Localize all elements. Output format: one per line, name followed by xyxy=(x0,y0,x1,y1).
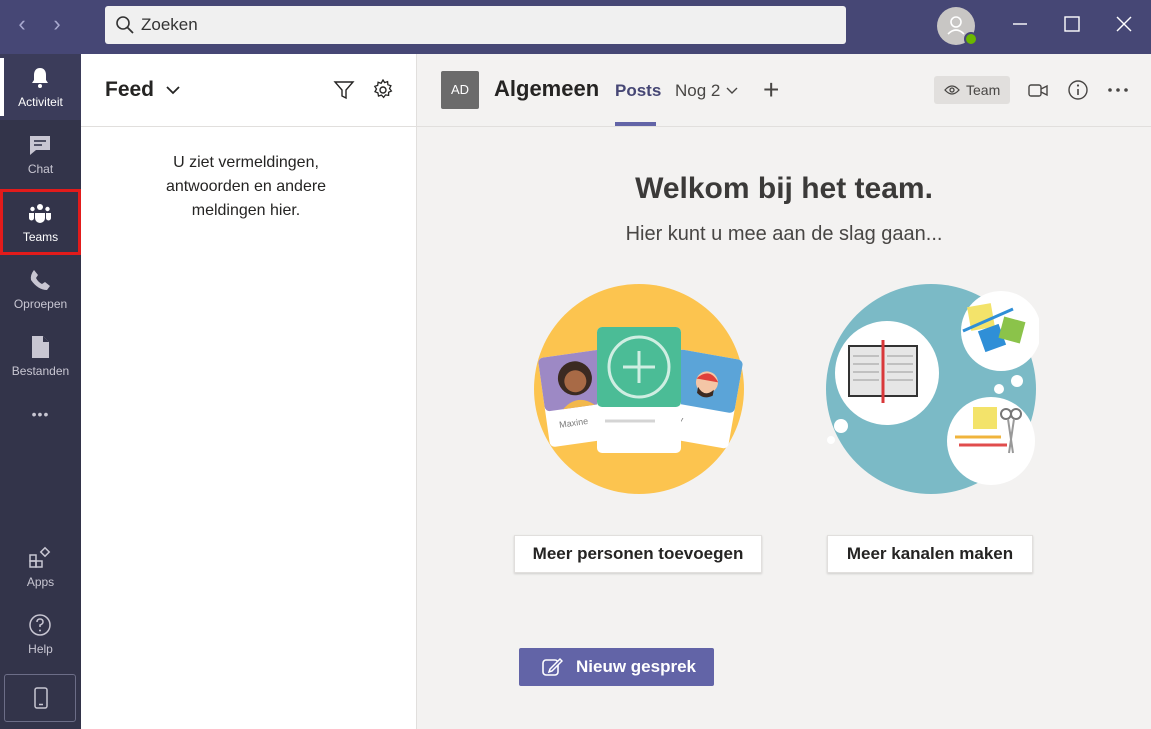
add-channels-button[interactable]: Meer kanalen maken xyxy=(827,535,1033,573)
close-icon[interactable] xyxy=(1112,12,1136,36)
team-button-label: Team xyxy=(966,82,1001,98)
maximize-icon[interactable] xyxy=(1060,12,1084,36)
feed-panel: Feed U ziet vermeldingen, antwoorden en … xyxy=(81,54,417,729)
add-tab-button[interactable]: + xyxy=(763,74,779,106)
rail-label: Help xyxy=(28,642,53,656)
rail-label: Chat xyxy=(27,162,54,176)
help-icon xyxy=(29,614,51,636)
search-icon xyxy=(116,16,134,34)
rail-item-chat[interactable]: Chat xyxy=(0,121,81,187)
active-tab-indicator xyxy=(615,122,656,126)
rail-more-button[interactable]: ••• xyxy=(0,394,81,434)
channel-title: Algemeen xyxy=(494,76,600,101)
feed-header: Feed xyxy=(81,54,416,127)
more-icon: ••• xyxy=(31,406,50,422)
rail-label: Apps xyxy=(26,575,55,589)
channel-header: AD Algemeen Posts Nog 2 + Team xyxy=(417,54,1151,127)
compose-icon xyxy=(542,657,563,676)
team-button[interactable]: Team xyxy=(934,76,1010,104)
chevron-down-icon[interactable] xyxy=(725,84,739,98)
filter-icon[interactable] xyxy=(333,79,355,101)
feed-title[interactable]: Feed xyxy=(105,78,154,102)
chevron-down-icon[interactable] xyxy=(165,82,181,98)
teams-icon xyxy=(29,204,51,223)
more-options-icon[interactable] xyxy=(1107,79,1129,101)
file-icon xyxy=(32,336,49,358)
forward-button[interactable]: › xyxy=(45,12,69,36)
rail-item-calls[interactable]: Oproepen xyxy=(0,256,81,322)
gear-icon[interactable] xyxy=(372,79,394,101)
mobile-app-button[interactable] xyxy=(4,674,76,722)
welcome-title: Welkom bij het team. xyxy=(635,172,933,205)
team-avatar: AD xyxy=(441,71,479,109)
rail-item-apps[interactable]: Apps xyxy=(0,534,81,600)
new-conversation-label: Nieuw gesprek xyxy=(576,657,696,676)
mobile-phone-icon xyxy=(34,687,48,709)
app-rail: Activiteit Chat Teams Oproepen Bestanden… xyxy=(0,54,81,729)
add-channels-illustration xyxy=(826,284,1039,494)
bell-icon xyxy=(32,68,48,88)
rail-label: Bestanden xyxy=(11,364,70,378)
minimize-icon[interactable] xyxy=(1008,12,1032,36)
apps-icon xyxy=(29,546,51,568)
profile-avatar[interactable] xyxy=(937,7,978,46)
tab-posts[interactable]: Posts xyxy=(615,81,661,101)
status-available-icon xyxy=(964,32,978,46)
channel-main: AD Algemeen Posts Nog 2 + Team Welkom bi… xyxy=(417,54,1151,729)
rail-label: Teams xyxy=(22,230,59,244)
tab-more[interactable]: Nog 2 xyxy=(675,81,720,101)
eye-icon xyxy=(944,85,960,95)
title-bar: ‹ › Zoeken xyxy=(0,0,1151,54)
feed-empty-message: U ziet vermeldingen, antwoorden en ander… xyxy=(165,154,327,219)
rail-label: Activiteit xyxy=(18,95,63,109)
phone-icon xyxy=(30,270,50,290)
add-people-button[interactable]: Meer personen toevoegen xyxy=(514,535,762,573)
video-call-icon[interactable] xyxy=(1027,79,1049,101)
welcome-subtitle: Hier kunt u mee aan de slag gaan... xyxy=(625,223,943,245)
back-button[interactable]: ‹ xyxy=(10,12,34,36)
rail-item-help[interactable]: Help xyxy=(0,601,81,667)
rail-label: Oproepen xyxy=(13,297,68,311)
rail-item-teams[interactable]: Teams xyxy=(0,189,81,255)
rail-item-activity[interactable]: Activiteit xyxy=(0,54,81,120)
chat-icon xyxy=(30,136,50,155)
add-people-illustration: Maxine ky xyxy=(534,284,744,494)
info-icon[interactable] xyxy=(1067,79,1089,101)
rail-item-files[interactable]: Bestanden xyxy=(0,323,81,389)
new-conversation-button[interactable]: Nieuw gesprek xyxy=(519,648,714,686)
search-box[interactable]: Zoeken xyxy=(105,6,846,44)
search-input[interactable]: Zoeken xyxy=(141,15,198,35)
